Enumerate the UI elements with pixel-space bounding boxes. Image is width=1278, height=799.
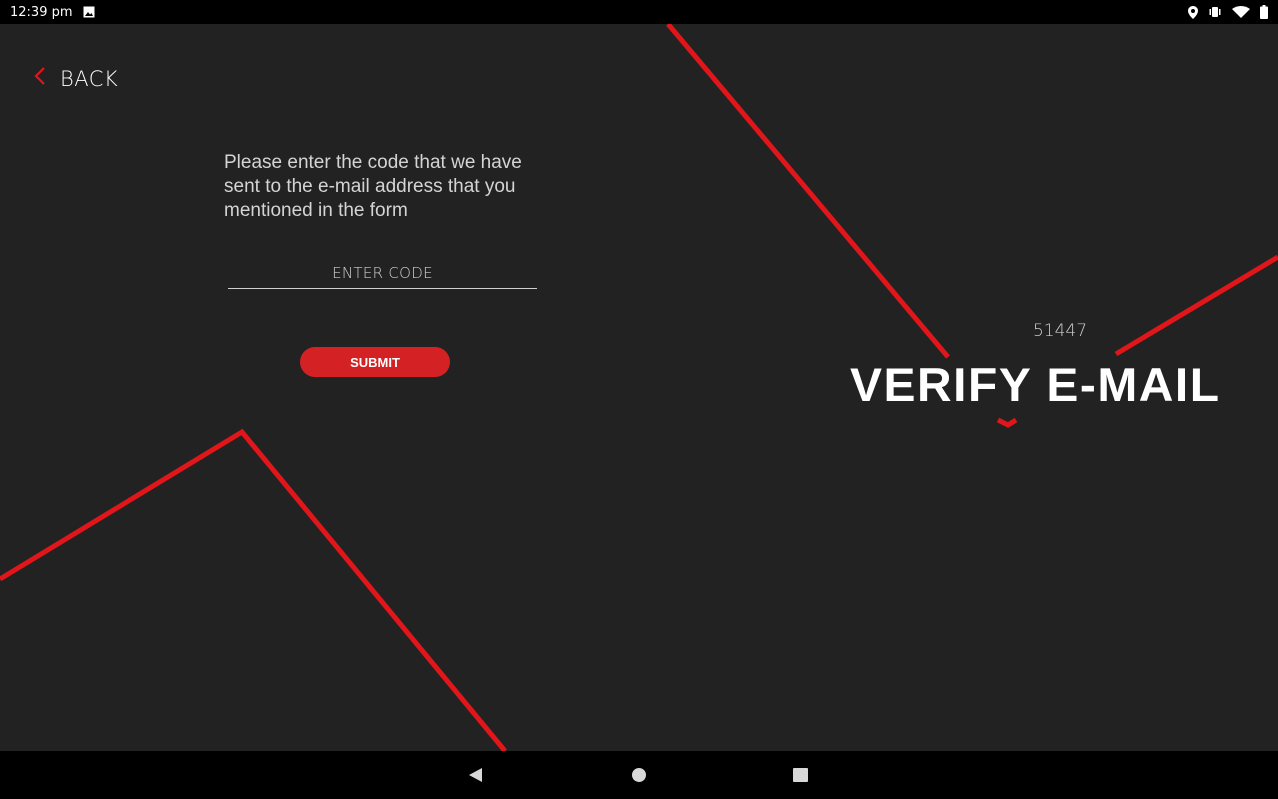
status-left: 12:39 pm [10, 5, 95, 20]
back-label: BACK [60, 66, 119, 91]
image-icon [83, 6, 95, 18]
vibrate-icon [1208, 6, 1222, 18]
back-nav-icon[interactable] [467, 767, 483, 788]
code-display: 51447 [1032, 321, 1088, 341]
instruction-text: Please enter the code that we have sent … [224, 152, 522, 221]
status-right [1188, 5, 1268, 19]
verify-email-screen: BACK Please enter the code that we have … [0, 24, 1278, 751]
status-time: 12:39 pm [10, 4, 73, 20]
back-button[interactable]: BACK [34, 66, 118, 91]
home-nav-icon[interactable] [632, 768, 646, 787]
code-input[interactable] [228, 257, 537, 288]
red-line-bottom [0, 428, 507, 751]
submit-button[interactable]: SUBMIT [300, 347, 450, 377]
wifi-icon [1232, 6, 1250, 18]
location-icon [1188, 5, 1198, 19]
red-line-right [1114, 254, 1278, 357]
code-field [228, 257, 537, 289]
red-line-under-title [996, 417, 1018, 428]
navigation-bar [0, 751, 1278, 799]
recents-nav-icon[interactable] [793, 768, 808, 787]
chevron-left-icon [34, 66, 46, 91]
page-title: VERIFY E-MAIL [850, 358, 1221, 411]
battery-icon [1260, 5, 1268, 19]
status-bar: 12:39 pm [0, 0, 1278, 24]
red-line-top [666, 24, 950, 359]
